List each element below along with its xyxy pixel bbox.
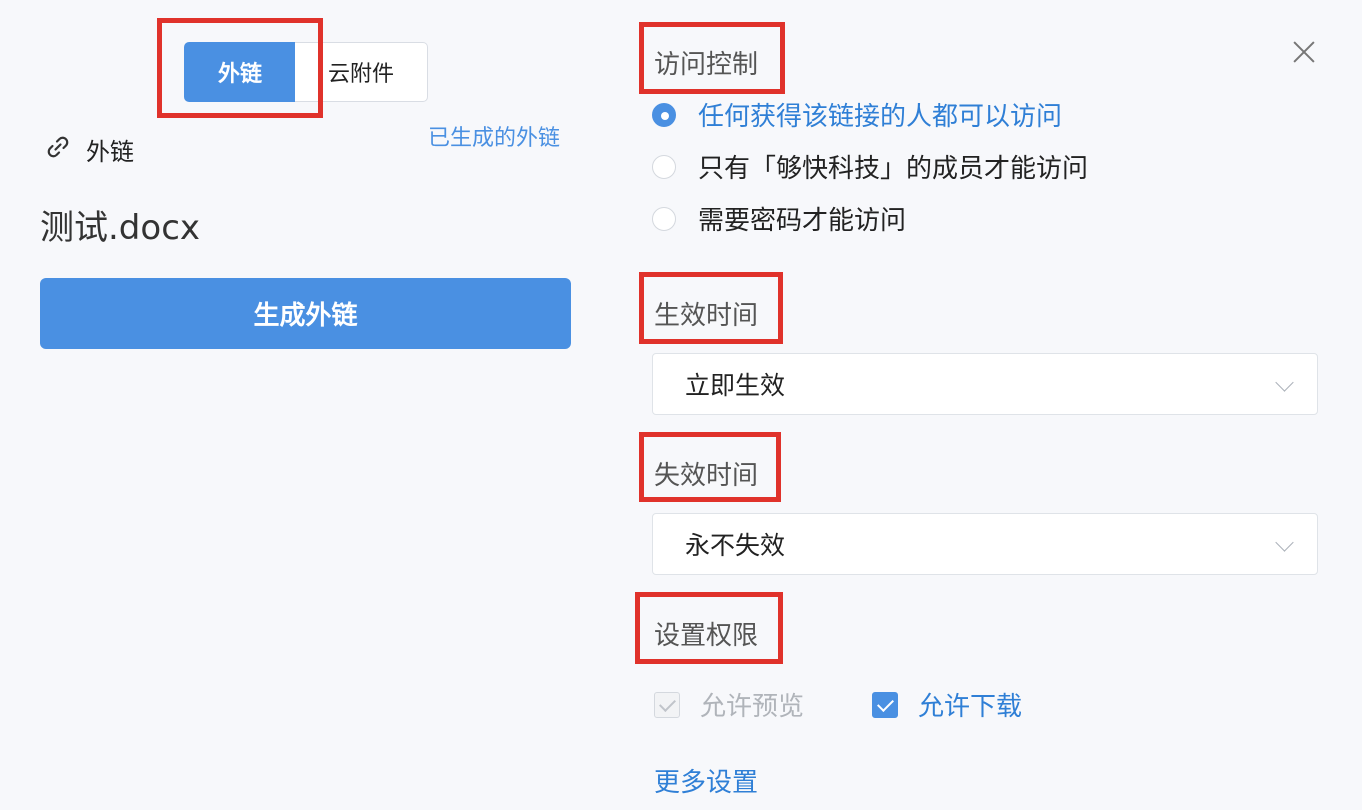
- checkbox[interactable]: [654, 691, 680, 718]
- radio-button[interactable]: [652, 206, 676, 231]
- permissions-title: 设置权限: [654, 621, 759, 651]
- radio-option-password[interactable]: 需要密码才能访问: [652, 200, 906, 237]
- chevron-down-icon: [1275, 373, 1294, 392]
- radio-option-members[interactable]: 只有「够快科技」的成员才能访问: [652, 148, 1088, 185]
- chevron-down-icon: [1275, 533, 1294, 552]
- radio-label: 需要密码才能访问: [698, 206, 907, 236]
- checkbox-label: 允许预览: [700, 692, 805, 722]
- radio-label: 任何获得该链接的人都可以访问: [698, 102, 1063, 132]
- tab-external-link[interactable]: 外链: [184, 42, 296, 102]
- checkbox[interactable]: [872, 691, 898, 718]
- file-name: 测试.docx: [40, 208, 201, 248]
- effective-time-value: 立即生效: [685, 371, 786, 400]
- section-label: 外链: [86, 138, 134, 166]
- radio-button[interactable]: [652, 102, 676, 127]
- generated-links-link[interactable]: 已生成的外链: [428, 120, 560, 152]
- link-icon: [44, 133, 72, 167]
- checkbox-label: 允许下载: [918, 692, 1023, 722]
- expiry-time-select[interactable]: 永不失效: [652, 513, 1318, 575]
- radio-label: 只有「够快科技」的成员才能访问: [698, 154, 1089, 184]
- section-header: 外链: [44, 132, 134, 167]
- close-icon[interactable]: [1290, 38, 1318, 66]
- allow-download-checkbox[interactable]: 允许下载: [872, 686, 1022, 723]
- effective-time-select[interactable]: 立即生效: [652, 353, 1318, 415]
- effective-time-title: 生效时间: [654, 301, 759, 331]
- radio-option-anyone[interactable]: 任何获得该链接的人都可以访问: [652, 96, 1062, 133]
- more-settings-link[interactable]: 更多设置: [654, 762, 758, 799]
- access-control-title: 访问控制: [654, 50, 759, 80]
- allow-preview-checkbox[interactable]: 允许预览: [654, 686, 804, 723]
- expiry-time-value: 永不失效: [685, 531, 786, 560]
- expiry-time-title: 失效时间: [654, 461, 759, 491]
- tab-cloud-attachment[interactable]: 云附件: [295, 42, 428, 102]
- radio-button[interactable]: [652, 154, 676, 179]
- generate-link-button[interactable]: 生成外链: [40, 278, 571, 349]
